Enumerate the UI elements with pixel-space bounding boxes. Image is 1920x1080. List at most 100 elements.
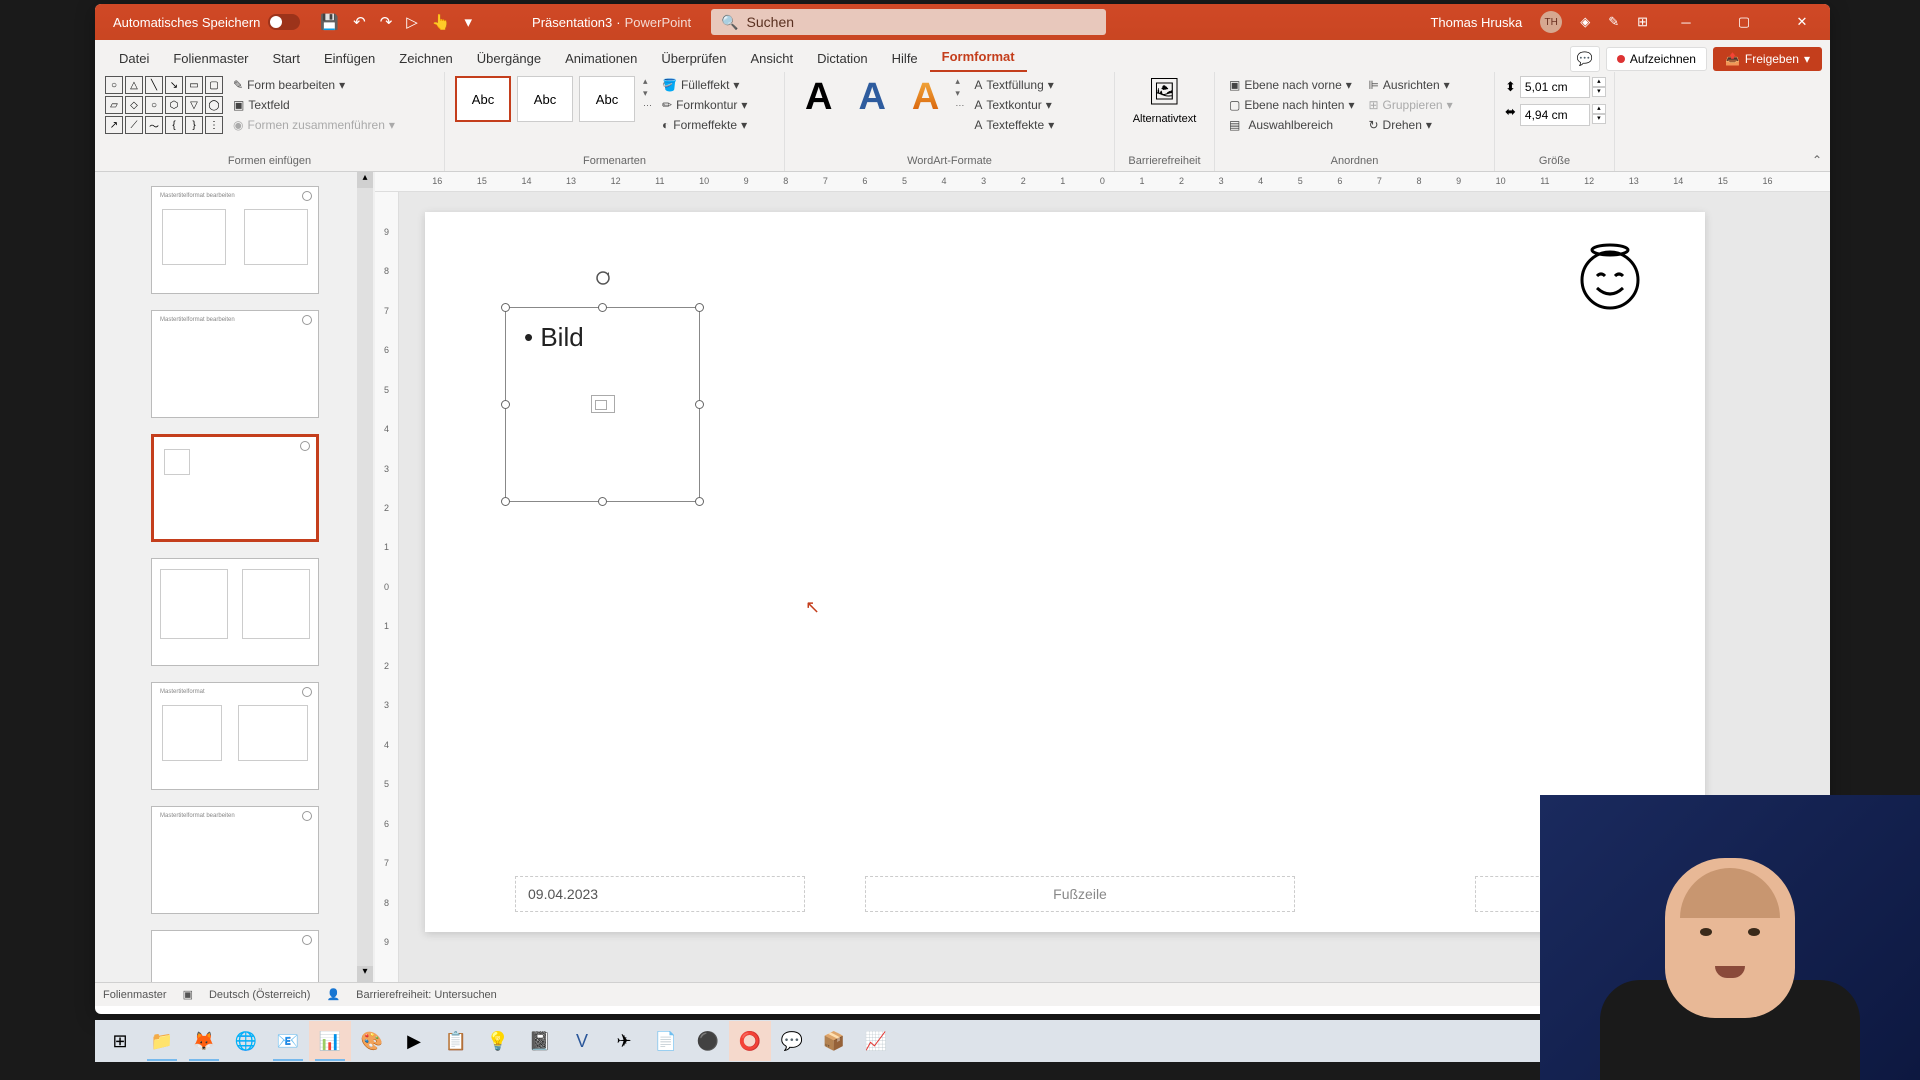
resize-handle[interactable] — [501, 497, 510, 506]
scroll-up-icon[interactable]: ▴ — [357, 172, 373, 188]
resize-handle[interactable] — [695, 497, 704, 506]
comments-button[interactable]: 💬 — [1570, 46, 1600, 72]
height-up[interactable]: ▴ — [1592, 77, 1606, 87]
resize-handle[interactable] — [501, 400, 510, 409]
tab-animationen[interactable]: Animationen — [553, 45, 649, 72]
app-icon[interactable]: 📦 — [813, 1021, 855, 1061]
shape-outline-button[interactable]: ✏ Formkontur ▾ — [658, 96, 751, 114]
visio-icon[interactable]: V — [561, 1021, 603, 1061]
record-button[interactable]: Aufzeichnen — [1606, 47, 1707, 71]
status-a11y[interactable]: Barrierefreiheit: Untersuchen — [356, 989, 497, 1001]
outlook-icon[interactable]: 📧 — [267, 1021, 309, 1061]
status-lang[interactable]: Deutsch (Österreich) — [209, 989, 310, 1001]
height-down[interactable]: ▾ — [1592, 87, 1606, 97]
tab-uebergaenge[interactable]: Übergänge — [465, 45, 553, 72]
share-button[interactable]: 📤Freigeben▾ — [1713, 47, 1822, 71]
save-icon[interactable]: 💾 — [320, 13, 339, 31]
obs-icon[interactable]: ⚫ — [687, 1021, 729, 1061]
selected-placeholder[interactable]: • Bild — [505, 307, 700, 502]
slide-canvas[interactable]: • Bild 09.04.2023 Fußzeile — [425, 212, 1705, 932]
smiley-icon[interactable] — [1575, 242, 1645, 312]
powerpoint-icon[interactable]: 📊 — [309, 1021, 351, 1061]
onenote-icon[interactable]: 📓 — [519, 1021, 561, 1061]
align-button[interactable]: ⊫ Ausrichten ▾ — [1364, 76, 1456, 94]
text-fill-button[interactable]: A Textfüllung ▾ — [970, 76, 1058, 94]
width-down[interactable]: ▾ — [1592, 114, 1606, 124]
telegram-icon[interactable]: ✈ — [603, 1021, 645, 1061]
layout-thumb-6[interactable]: Mastertitelformat bearbeiten — [151, 806, 319, 914]
shape-style-2[interactable]: Abc — [517, 76, 573, 122]
bring-forward-button[interactable]: ▣ Ebene nach vorne ▾ — [1225, 76, 1358, 94]
tab-datei[interactable]: Datei — [107, 45, 161, 72]
tab-einfuegen[interactable]: Einfügen — [312, 45, 387, 72]
alttext-icon[interactable]: 🖼 — [1148, 76, 1181, 107]
placeholder-text[interactable]: • Bild — [524, 322, 699, 353]
app-icon[interactable]: 🎨 — [351, 1021, 393, 1061]
tab-ueberpruefen[interactable]: Überprüfen — [649, 45, 738, 72]
layout-thumb-4[interactable] — [151, 558, 319, 666]
text-outline-button[interactable]: A Textkontur ▾ — [970, 96, 1058, 114]
layout-thumb-5[interactable]: Mastertitelformat — [151, 682, 319, 790]
rotate-button[interactable]: ↻ Drehen ▾ — [1364, 116, 1456, 134]
tab-folienmaster[interactable]: Folienmaster — [161, 45, 260, 72]
close-button[interactable]: ✕ — [1782, 4, 1822, 40]
maximize-button[interactable]: ▢ — [1724, 4, 1764, 40]
explorer-icon[interactable]: 📁 — [141, 1021, 183, 1061]
text-effects-button[interactable]: A Texteffekte ▾ — [970, 116, 1058, 134]
width-up[interactable]: ▴ — [1592, 104, 1606, 114]
tab-dictation[interactable]: Dictation — [805, 45, 880, 72]
edit-shape-button[interactable]: ✎ Form bearbeiten ▾ — [229, 76, 399, 94]
layout-thumb-7[interactable] — [151, 930, 319, 982]
tab-hilfe[interactable]: Hilfe — [880, 45, 930, 72]
layout-thumb-3[interactable] — [151, 434, 319, 542]
excel-icon[interactable]: 📈 — [855, 1021, 897, 1061]
discord-icon[interactable]: 💬 — [771, 1021, 813, 1061]
tab-start[interactable]: Start — [261, 45, 312, 72]
search-box[interactable]: 🔍 Suchen — [711, 9, 1106, 35]
tab-ansicht[interactable]: Ansicht — [738, 45, 805, 72]
footer-placeholder[interactable]: Fußzeile — [865, 876, 1295, 912]
minimize-button[interactable]: ─ — [1666, 4, 1706, 40]
undo-icon[interactable]: ↶ — [353, 13, 366, 31]
tab-formformat[interactable]: Formformat — [930, 43, 1027, 72]
chrome-icon[interactable]: 🌐 — [225, 1021, 267, 1061]
resize-handle[interactable] — [598, 497, 607, 506]
preview-icon[interactable]: ▷ — [406, 13, 418, 31]
vlc-icon[interactable]: ▶ — [393, 1021, 435, 1061]
layout-thumb-1[interactable]: Mastertitelformat bearbeiten — [151, 186, 319, 294]
shapes-gallery[interactable]: ○△╲↘▭▢ ▱◇○⬡▽◯ ↗⟋〜{}⋮ — [105, 76, 223, 134]
app-icon[interactable]: 📄 — [645, 1021, 687, 1061]
date-placeholder[interactable]: 09.04.2023 — [515, 876, 805, 912]
width-input[interactable]: 4,94 cm — [1520, 104, 1590, 126]
resize-handle[interactable] — [501, 303, 510, 312]
autosave-toggle[interactable]: Automatisches Speichern — [113, 14, 300, 30]
qat-more-icon[interactable]: ▾ — [465, 13, 473, 31]
rotate-handle[interactable] — [595, 270, 611, 286]
wordart-style-3[interactable]: A — [902, 76, 949, 119]
textbox-button[interactable]: ▣ Textfeld — [229, 96, 399, 114]
diamond-icon[interactable]: ◈ — [1580, 14, 1590, 30]
firefox-icon[interactable]: 🦊 — [183, 1021, 225, 1061]
app-icon[interactable]: 📋 — [435, 1021, 477, 1061]
picture-placeholder-icon[interactable] — [591, 395, 615, 413]
redo-icon[interactable]: ↷ — [380, 13, 393, 31]
start-button[interactable]: ⊞ — [99, 1021, 141, 1061]
shape-effects-button[interactable]: ◐ Formeffekte ▾ — [658, 116, 751, 134]
app-icon[interactable]: ⭕ — [729, 1021, 771, 1061]
wordart-style-2[interactable]: A — [848, 76, 895, 119]
wordart-style-1[interactable]: A — [795, 76, 842, 119]
resize-handle[interactable] — [598, 303, 607, 312]
user-avatar[interactable]: TH — [1540, 11, 1562, 33]
collapse-ribbon-icon[interactable]: ⌃ — [1812, 153, 1822, 167]
shape-style-1[interactable]: Abc — [455, 76, 511, 122]
pen-icon[interactable]: ✎ — [1608, 14, 1619, 30]
send-backward-button[interactable]: ▢ Ebene nach hinten ▾ — [1225, 96, 1358, 114]
layout-thumb-2[interactable]: Mastertitelformat bearbeiten — [151, 310, 319, 418]
selection-pane-button[interactable]: ▤ Auswahlbereich — [1225, 116, 1358, 134]
window-icon[interactable]: ⊞ — [1637, 14, 1648, 30]
shape-style-3[interactable]: Abc — [579, 76, 635, 122]
status-view[interactable]: Folienmaster — [103, 989, 167, 1001]
toggle-switch[interactable] — [268, 14, 300, 30]
height-input[interactable]: 5,01 cm — [1520, 76, 1590, 98]
tab-zeichnen[interactable]: Zeichnen — [387, 45, 464, 72]
